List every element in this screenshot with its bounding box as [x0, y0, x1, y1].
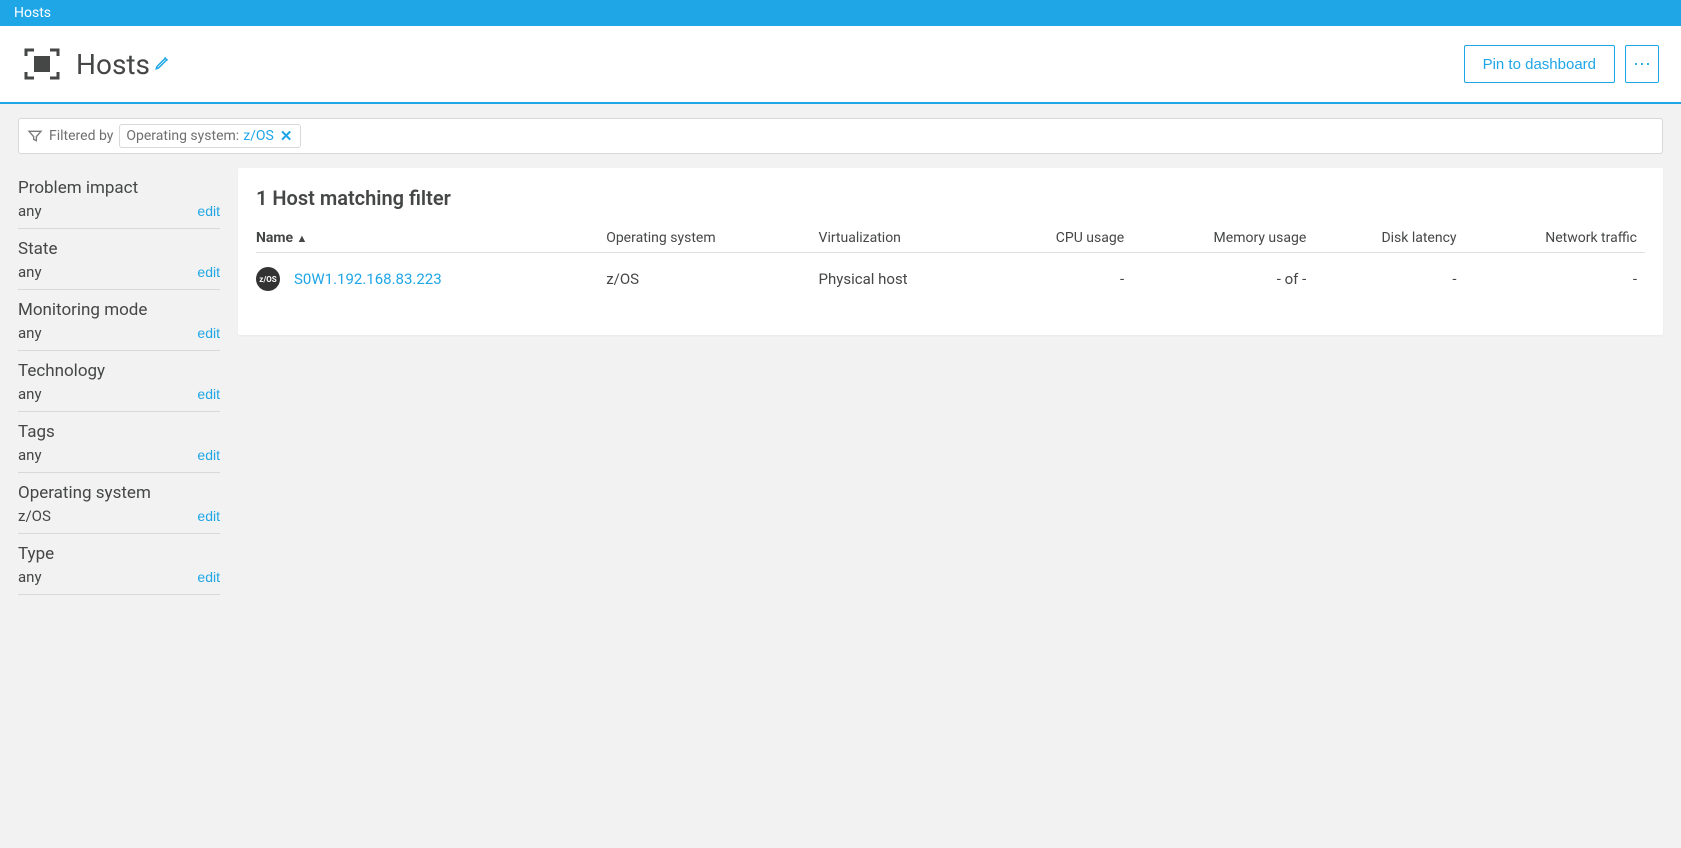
filter-chip-value: z/OS [243, 128, 274, 144]
breadcrumb-title[interactable]: Hosts [14, 5, 51, 21]
filter-chip-os: Operating system: z/OS ✕ [119, 124, 301, 148]
col-net[interactable]: Network traffic [1465, 224, 1645, 253]
sidebar-group: Operating system z/OS edit [18, 473, 220, 534]
sidebar-group-title: Problem impact [18, 178, 220, 198]
results-panel: 1 Host matching filter Name ▲ Operating … [238, 168, 1663, 335]
sidebar-group-title: Type [18, 544, 220, 564]
col-name[interactable]: Name ▲ [256, 224, 606, 253]
filter-chip-label: Operating system: [126, 128, 239, 144]
sidebar-group-value: any [18, 385, 42, 403]
sidebar-group: Problem impact any edit [18, 168, 220, 229]
table-row: z/OSS0W1.192.168.83.223z/OSPhysical host… [256, 253, 1645, 306]
col-os[interactable]: Operating system [606, 224, 818, 253]
col-cpu[interactable]: CPU usage [994, 224, 1132, 253]
sidebar-group-title: Tags [18, 422, 220, 442]
page-title: Hosts [76, 48, 172, 81]
cell-os: z/OS [606, 253, 818, 306]
hosts-table: Name ▲ Operating system Virtualization C… [256, 224, 1645, 305]
page-header: Hosts Pin to dashboard ⋯ [0, 26, 1681, 104]
pin-to-dashboard-button[interactable]: Pin to dashboard [1464, 45, 1615, 83]
sidebar-group-value: any [18, 446, 42, 464]
cell-disk: - [1314, 253, 1464, 306]
col-disk[interactable]: Disk latency [1314, 224, 1464, 253]
cell-net: - [1465, 253, 1645, 306]
col-virt[interactable]: Virtualization [819, 224, 995, 253]
sidebar-group-value: any [18, 263, 42, 281]
sidebar-group-value: any [18, 202, 42, 220]
sidebar-group-value: z/OS [18, 507, 51, 525]
sidebar-group: Tags any edit [18, 412, 220, 473]
hosts-table-body: z/OSS0W1.192.168.83.223z/OSPhysical host… [256, 253, 1645, 306]
col-mem[interactable]: Memory usage [1132, 224, 1314, 253]
sort-asc-icon: ▲ [297, 232, 308, 245]
filter-chip-remove-icon[interactable]: ✕ [278, 127, 295, 145]
results-heading: 1 Host matching filter [256, 186, 1645, 210]
sidebar-group: Technology any edit [18, 351, 220, 412]
more-actions-button[interactable]: ⋯ [1625, 45, 1659, 83]
hosts-icon [22, 44, 62, 84]
filter-bar[interactable]: Filtered by Operating system: z/OS ✕ [18, 118, 1663, 154]
filter-icon [27, 128, 43, 144]
sidebar-edit-button[interactable]: edit [197, 386, 220, 402]
filter-sidebar: Problem impactanyeditStateanyeditMonitor… [18, 168, 238, 595]
sidebar-group-title: Operating system [18, 483, 220, 503]
sidebar-group: State any edit [18, 229, 220, 290]
sidebar-edit-button[interactable]: edit [197, 508, 220, 524]
sidebar-edit-button[interactable]: edit [197, 264, 220, 280]
sidebar-group-value: any [18, 324, 42, 342]
sidebar-edit-button[interactable]: edit [197, 203, 220, 219]
cell-cpu: - [994, 253, 1132, 306]
sidebar-edit-button[interactable]: edit [197, 447, 220, 463]
breadcrumb-bar: Hosts [0, 0, 1681, 26]
sidebar-group-value: any [18, 568, 42, 586]
filtered-by-label: Filtered by [49, 128, 113, 144]
cell-mem: - of - [1132, 253, 1314, 306]
sidebar-group: Type any edit [18, 534, 220, 595]
sidebar-group-title: State [18, 239, 220, 259]
cell-virt: Physical host [819, 253, 995, 306]
sidebar-group-title: Technology [18, 361, 220, 381]
sidebar-edit-button[interactable]: edit [197, 325, 220, 341]
sidebar-edit-button[interactable]: edit [197, 569, 220, 585]
os-badge-icon: z/OS [256, 267, 280, 291]
edit-title-icon[interactable] [154, 53, 172, 76]
sidebar-group: Monitoring mode any edit [18, 290, 220, 351]
host-link[interactable]: S0W1.192.168.83.223 [294, 270, 442, 288]
sidebar-group-title: Monitoring mode [18, 300, 220, 320]
